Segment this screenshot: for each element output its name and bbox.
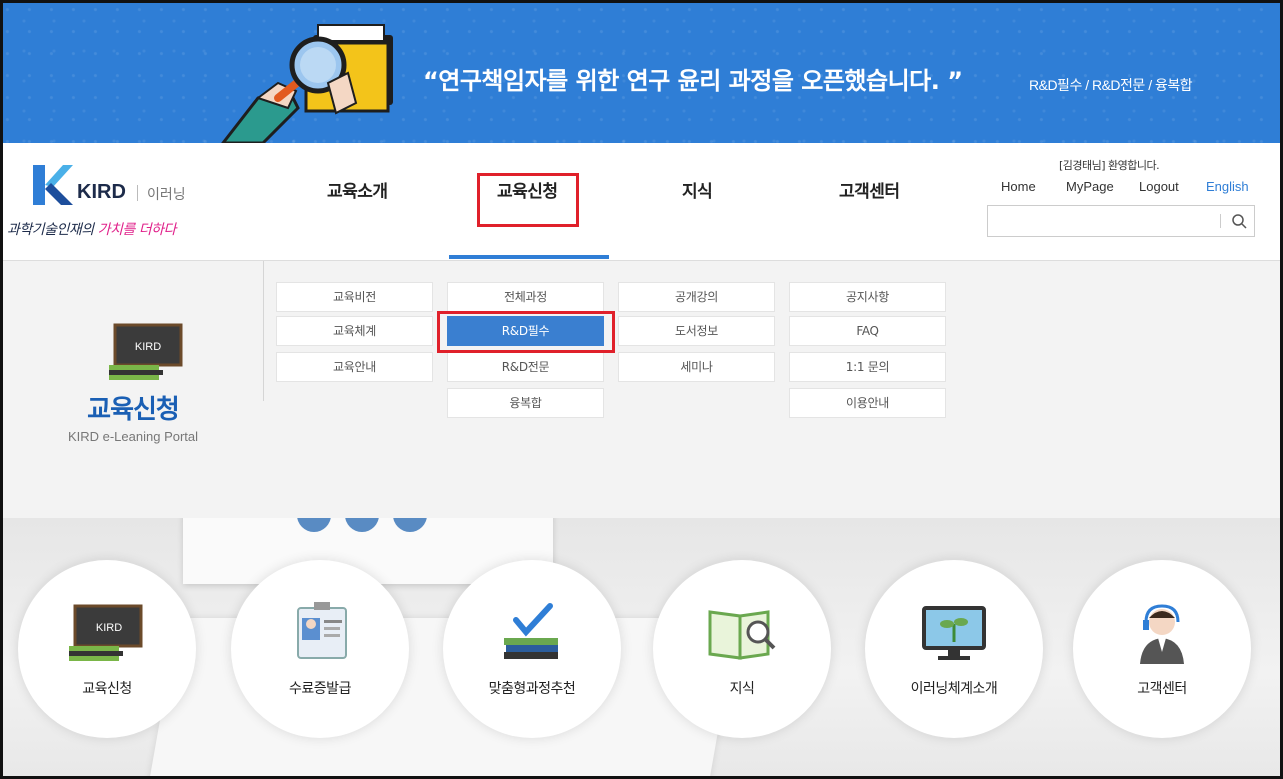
quick-label: 맞춤형과정추천: [488, 681, 576, 697]
highlight-box-rnd-required: [437, 311, 615, 353]
submenu-one-to-one[interactable]: 1:1 문의: [789, 352, 946, 382]
quick-elearning-intro[interactable]: 이러닝체계소개: [865, 560, 1043, 738]
submenu-book-info[interactable]: 도서정보: [618, 316, 775, 346]
logo-brand: KIRD: [77, 181, 126, 203]
books-check-icon: [504, 603, 558, 659]
submenu-edu-system[interactable]: 교육체계: [276, 316, 433, 346]
submenu-rnd-expert[interactable]: R&D전문: [447, 352, 604, 382]
quick-edu-apply[interactable]: KIRD 교육신청: [18, 560, 196, 738]
logo-divider: [137, 185, 138, 201]
home-link[interactable]: Home: [1001, 179, 1036, 194]
gnb-customer-center[interactable]: 고객센터: [839, 177, 900, 202]
site-header: KIRD 이러닝 과학기술인재의 가치를 더하다 교육소개 교육신청 지식 고객…: [3, 143, 1280, 260]
submenu-convergence[interactable]: 융복합: [447, 388, 604, 418]
search-divider: [1220, 214, 1221, 228]
mega-section-title: 교육신청: [87, 395, 180, 425]
submenu-edu-vision[interactable]: 교육비전: [276, 282, 433, 312]
kird-k-icon: [33, 165, 73, 205]
quick-label: 수료증발급: [289, 681, 351, 697]
kird-board-icon: KIRD: [69, 604, 143, 661]
submenu-seminar[interactable]: 세미나: [618, 352, 775, 382]
search-icon[interactable]: [1224, 206, 1254, 236]
top-banner[interactable]: “연구책임자를 위한 연구 윤리 과정을 오픈했습니다. ” R&D필수 / R…: [3, 3, 1280, 143]
quick-label: 고객센터: [1137, 681, 1187, 697]
magnifier-folder-illustration: [221, 24, 393, 143]
slogan-prefix: 과학기술인재의: [7, 222, 98, 238]
logo-service: 이러닝: [147, 187, 186, 203]
submenu-edu-guide[interactable]: 교육안내: [276, 352, 433, 382]
mega-divider: [263, 261, 264, 401]
gnb-active-indicator: [449, 255, 609, 259]
gnb-edu-intro[interactable]: 교육소개: [327, 177, 388, 202]
submenu-usage-guide[interactable]: 이용안내: [789, 388, 946, 418]
slogan-highlight: 가치를 더하다: [97, 222, 177, 238]
quick-menu-section: KIRD 교육신청 수료증발급 맞춤형과정추천 지식 이러닝체계소개 고객센터: [3, 518, 1280, 776]
headset-agent-icon: [1140, 604, 1184, 664]
gnb-knowledge[interactable]: 지식: [682, 177, 713, 202]
highlight-box-edu-apply: [477, 173, 579, 227]
monitor-plant-icon: [922, 606, 986, 660]
search-box: [987, 205, 1255, 237]
mega-section-intro: KIRD 교육신청 KIRD e-Leaning Portal: [3, 261, 263, 519]
submenu-notice[interactable]: 공지사항: [789, 282, 946, 312]
banner-subtext: R&D필수 / R&D전문 / 융복합: [1029, 77, 1193, 93]
banner-headline: “연구책임자를 위한 연구 윤리 과정을 오픈했습니다. ”: [423, 67, 963, 95]
mypage-link[interactable]: MyPage: [1066, 179, 1114, 194]
english-link[interactable]: English: [1206, 179, 1249, 194]
submenu-faq[interactable]: FAQ: [789, 316, 946, 346]
quick-customer-center[interactable]: 고객센터: [1073, 560, 1251, 738]
quick-label: 이러닝체계소개: [910, 681, 998, 697]
mega-section-subtitle: KIRD e-Leaning Portal: [67, 429, 199, 444]
quick-label: 지식: [729, 681, 755, 697]
svg-text:KIRD: KIRD: [96, 622, 122, 634]
kird-logo[interactable]: KIRD 이러닝 과학기술인재의 가치를 더하다: [7, 161, 237, 241]
submenu-open-lecture[interactable]: 공개강의: [618, 282, 775, 312]
id-card-icon: [297, 602, 347, 659]
quick-certificate[interactable]: 수료증발급: [231, 560, 409, 738]
submenu-all-courses[interactable]: 전체과정: [447, 282, 604, 312]
logo-slogan: 과학기술인재의 가치를 더하다: [7, 219, 176, 239]
mega-dropdown-menu: KIRD 교육신청 KIRD e-Leaning Portal 교육비전 교육체…: [3, 260, 1280, 518]
book-magnifier-icon: [708, 610, 776, 660]
quick-label: 교육신청: [82, 681, 132, 697]
welcome-message: [김경태님] 환영합니다.: [1059, 159, 1160, 172]
logout-link[interactable]: Logout: [1139, 179, 1179, 194]
quick-course-recommend[interactable]: 맞춤형과정추천: [443, 560, 621, 738]
svg-text:KIRD: KIRD: [135, 341, 161, 353]
kird-board-icon: KIRD: [109, 323, 183, 380]
search-input[interactable]: [988, 206, 1218, 236]
quick-knowledge[interactable]: 지식: [653, 560, 831, 738]
